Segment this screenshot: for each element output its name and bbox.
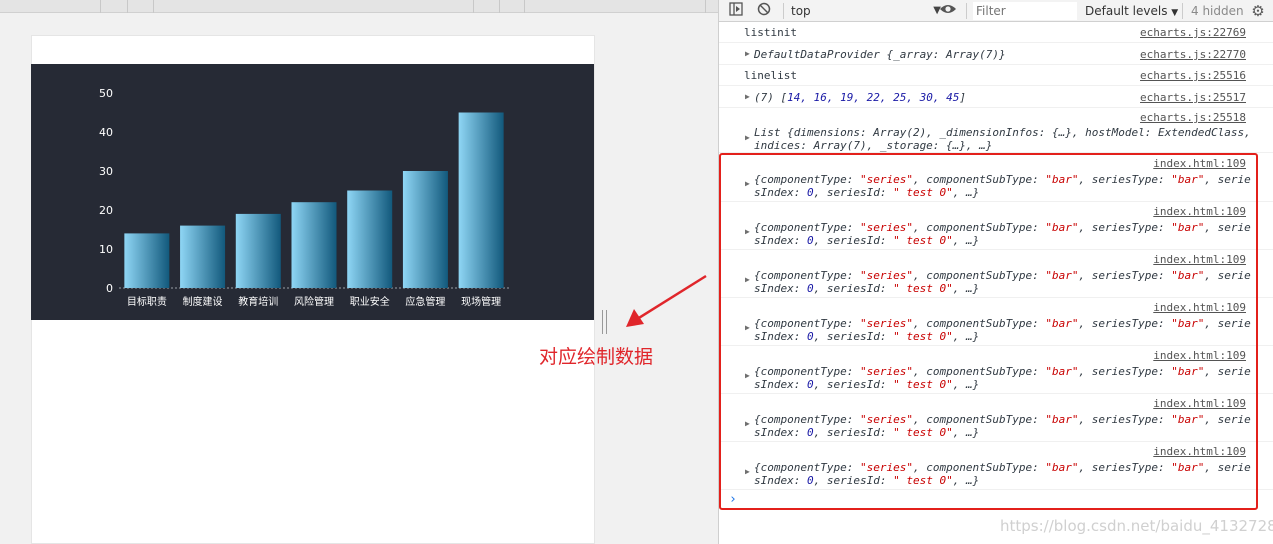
console-output: listinit echarts.js:22769 ▶ DefaultDataP… [719, 22, 1273, 544]
tab-divider [153, 0, 154, 13]
y-tick-label: 40 [99, 126, 113, 139]
toolbar-divider [783, 3, 784, 19]
console-array-preview: (7) [14, 16, 19, 22, 25, 30, 45] [754, 91, 966, 104]
console-message-text: linelist [744, 69, 797, 82]
bar[interactable] [180, 225, 226, 288]
tab-divider [127, 0, 128, 13]
log-levels-dropdown[interactable]: Default levels ▼ [1085, 3, 1178, 21]
y-tick-label: 0 [106, 282, 113, 295]
console-message-text: List {dimensions: Array(2), _dimensionIn… [754, 126, 1251, 139]
x-tick-label: 教育培训 [238, 295, 278, 308]
expand-triangle-icon[interactable]: ▶ [745, 49, 750, 58]
x-tick-label: 现场管理 [461, 295, 501, 308]
console-toolbar: top ▼ Default levels ▼ 4 hidden ⚙ [719, 0, 1273, 22]
console-prompt[interactable]: › [729, 492, 737, 507]
watermark: https://blog.csdn.net/baidu_41327283 [1000, 517, 1273, 535]
bar[interactable] [235, 213, 281, 288]
array-suffix: ] [959, 91, 966, 104]
highlight-frame [719, 153, 1258, 510]
toggle-sidebar-icon[interactable] [727, 2, 745, 20]
array-values: 14, 16, 19, 22, 25, 30, 45 [787, 91, 960, 104]
x-tick-label: 风险管理 [294, 295, 334, 308]
toolbar-divider [966, 3, 967, 19]
bar[interactable] [291, 202, 337, 288]
y-tick-label: 10 [99, 243, 113, 256]
toolbar-divider [1182, 3, 1183, 19]
bar[interactable] [347, 190, 393, 289]
y-tick-label: 50 [99, 87, 113, 100]
context-selector[interactable]: top ▼ [791, 3, 941, 19]
console-message[interactable]: ▶ (7) [14, 16, 19, 22, 25, 30, 45] echar… [719, 86, 1273, 108]
tab-strip [0, 0, 718, 13]
y-tick-label: 30 [99, 165, 113, 178]
console-message: linelist echarts.js:25516 [719, 65, 1273, 86]
eye-icon[interactable] [939, 2, 957, 20]
console-message[interactable]: echarts.js:25518 ▶ List {dimensions: Arr… [719, 108, 1273, 153]
x-tick-label: 应急管理 [405, 295, 445, 308]
expand-triangle-icon[interactable]: ▶ [745, 92, 750, 101]
pane-resize-handle[interactable] [602, 310, 607, 334]
console-message-text: listinit [744, 26, 797, 39]
tab-divider [473, 0, 474, 13]
expand-triangle-icon[interactable]: ▶ [745, 133, 750, 142]
clear-console-icon[interactable] [755, 2, 773, 20]
console-filter-input[interactable] [973, 2, 1077, 20]
log-levels-label: Default levels [1085, 4, 1168, 18]
annotation-label: 对应绘制数据 [539, 346, 654, 368]
bar[interactable] [124, 233, 170, 288]
bar-chart: 0 10 20 30 40 50 目标职责 制度建设 教育培训 风险管理 职业安全 应急管理 现场管理 [31, 64, 594, 320]
annotation-arrow-head [626, 309, 644, 327]
tab-divider [499, 0, 500, 13]
x-tick-label: 职业安全 [350, 295, 390, 308]
tab-divider [524, 0, 525, 13]
browser-viewport: 0 10 20 30 40 50 目标职责 制度建设 教育培训 风险管理 职业安全 应急管理 现场管理 … [0, 0, 718, 544]
bar[interactable] [402, 171, 448, 288]
console-source-link[interactable]: echarts.js:25518 [1140, 111, 1246, 124]
console-message: listinit echarts.js:22769 [719, 22, 1273, 43]
hidden-messages-count: 4 hidden [1191, 4, 1244, 18]
annotation-arrow-shaft [633, 274, 707, 323]
annotation-arrow [626, 274, 707, 327]
tab-divider [100, 0, 101, 13]
x-tick-label: 制度建设 [183, 295, 223, 308]
array-prefix: (7) [ [754, 91, 788, 104]
context-selector-value: top [791, 4, 811, 18]
console-source-link[interactable]: echarts.js:25516 [1140, 69, 1246, 82]
chevron-down-icon: ▼ [1171, 8, 1179, 18]
x-tick-label: 目标职责 [127, 295, 167, 308]
gear-icon[interactable]: ⚙ [1249, 2, 1267, 20]
console-source-link[interactable]: echarts.js:22770 [1140, 48, 1246, 61]
console-message-text: indices: Array(7), _storage: {…}, …} [754, 139, 993, 152]
console-message-text: DefaultDataProvider {_array: Array(7)} [754, 48, 1006, 61]
bar[interactable] [458, 112, 504, 289]
console-source-link[interactable]: echarts.js:25517 [1140, 91, 1246, 104]
y-tick-label: 20 [99, 204, 113, 217]
console-source-link[interactable]: echarts.js:22769 [1140, 26, 1246, 39]
tab-divider [705, 0, 706, 13]
console-message[interactable]: ▶ DefaultDataProvider {_array: Array(7)}… [719, 43, 1273, 65]
bar-chart-svg: 0 10 20 30 40 50 目标职责 制度建设 教育培训 风险管理 职业安全 应急管理 现场管理 [99, 87, 509, 308]
devtools-panel: top ▼ Default levels ▼ 4 hidden ⚙ listin… [718, 0, 1273, 544]
